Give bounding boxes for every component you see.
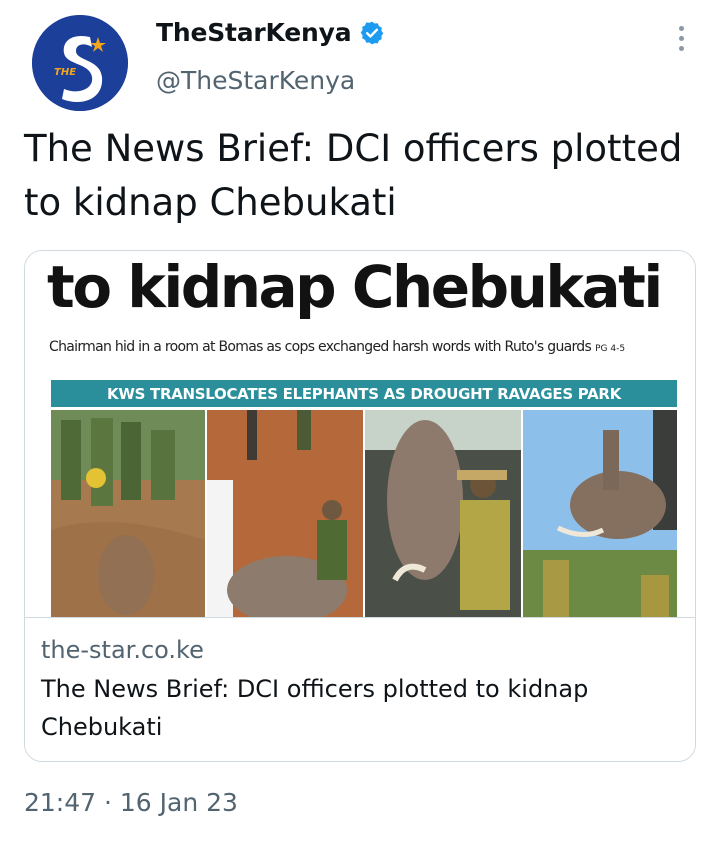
author-name-row[interactable]: TheStarKenya bbox=[156, 18, 385, 47]
avatar-text: THE bbox=[54, 67, 76, 78]
card-title: The News Brief: DCI officers plotted to … bbox=[41, 675, 589, 741]
author-display-name[interactable]: TheStarKenya bbox=[156, 18, 352, 47]
elephant-photos bbox=[51, 410, 677, 617]
newspaper-banner-text: KWS TRANSLOCATES ELEPHANTS AS DROUGHT RA… bbox=[107, 384, 621, 403]
link-preview-card[interactable]: to kidnap Chebukati Chairman hid in a ro… bbox=[24, 250, 696, 762]
photo-elephant-in-pit bbox=[207, 410, 363, 617]
more-options-icon[interactable] bbox=[669, 22, 693, 54]
star-logo-icon: THE bbox=[32, 15, 128, 111]
newspaper-page-ref: PG 4-5 bbox=[595, 344, 626, 354]
tweet-text: The News Brief: DCI officers plotted to … bbox=[24, 127, 683, 224]
tweet-timestamp[interactable]: 21:47 · 16 Jan 23 bbox=[24, 788, 238, 817]
newspaper-headline: to kidnap Chebukati bbox=[47, 253, 663, 321]
newspaper-subheadline: Chairman hid in a room at Bomas as cops … bbox=[49, 339, 625, 355]
author-handle[interactable]: @TheStarKenya bbox=[156, 66, 355, 95]
photo-elephant-crane bbox=[523, 410, 677, 617]
card-meta[interactable]: the-star.co.ke The News Brief: DCI offic… bbox=[25, 617, 695, 761]
photo-rangers-with-elephant bbox=[51, 410, 205, 617]
photo-elephant-lifted bbox=[365, 410, 521, 617]
card-domain: the-star.co.ke bbox=[41, 636, 204, 664]
newspaper-banner: KWS TRANSLOCATES ELEPHANTS AS DROUGHT RA… bbox=[51, 380, 677, 407]
verified-badge-icon bbox=[361, 21, 384, 44]
newspaper-subheadline-text: Chairman hid in a room at Bomas as cops … bbox=[49, 339, 592, 355]
card-image[interactable]: to kidnap Chebukati Chairman hid in a ro… bbox=[25, 251, 695, 617]
profile-avatar[interactable]: THE bbox=[32, 15, 128, 111]
